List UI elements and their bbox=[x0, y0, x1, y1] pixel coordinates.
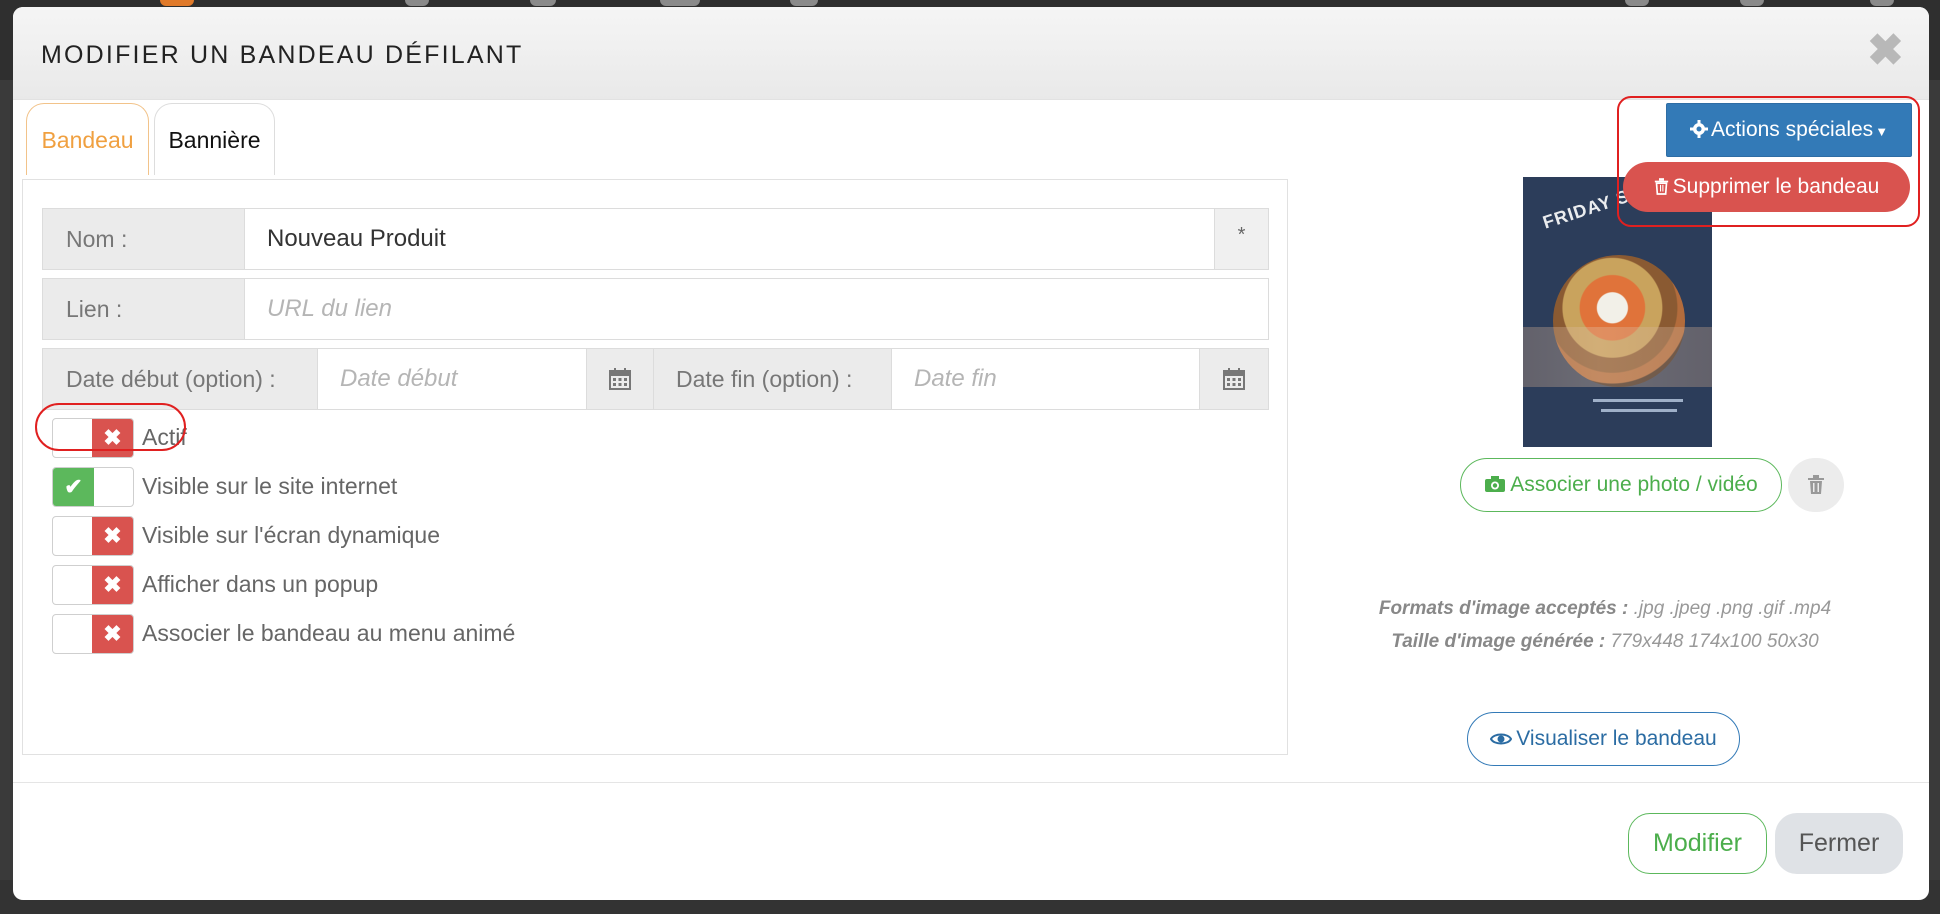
camera-icon bbox=[1485, 476, 1506, 492]
size-value: 779x448 174x100 50x30 bbox=[1610, 631, 1819, 652]
name-field-row: Nom : Nouveau Produit * bbox=[42, 208, 1269, 270]
start-date-label: Date début (option) : bbox=[43, 349, 318, 409]
backdrop-logo-hint bbox=[160, 0, 194, 6]
delete-banner-button[interactable]: Supprimer le bandeau bbox=[1623, 162, 1910, 212]
backdrop-icon-hint bbox=[1625, 0, 1649, 6]
trash-icon bbox=[1808, 475, 1824, 494]
visible-screen-toggle[interactable]: ✖ bbox=[52, 516, 134, 556]
name-label: Nom : bbox=[43, 209, 245, 269]
formats-value: .jpg .jpeg .png .gif .mp4 bbox=[1633, 598, 1832, 619]
poster-text-line bbox=[1601, 409, 1677, 412]
date-fields-row: Date début (option) : Date début Date fi… bbox=[42, 348, 1269, 410]
accepted-formats-info: Formats d'image acceptés : .jpg .jpeg .p… bbox=[1340, 598, 1870, 620]
remove-media-button[interactable] bbox=[1788, 458, 1844, 512]
end-date-label: Date fin (option) : bbox=[654, 349, 892, 409]
start-date-calendar-button[interactable] bbox=[586, 349, 654, 409]
name-input[interactable]: Nouveau Produit bbox=[245, 209, 1215, 269]
animated-menu-label: Associer le bandeau au menu animé bbox=[142, 620, 516, 646]
visible-website-toggle[interactable]: ✔ bbox=[52, 467, 134, 507]
calendar-icon bbox=[1223, 368, 1245, 390]
poster-hands bbox=[1523, 327, 1712, 387]
popup-label: Afficher dans un popup bbox=[142, 571, 379, 597]
close-icon[interactable]: ✖ bbox=[1867, 29, 1904, 73]
backdrop-icon-hint bbox=[660, 0, 700, 6]
backdrop-icon-hint bbox=[1870, 0, 1894, 6]
close-button[interactable]: Fermer bbox=[1775, 813, 1903, 874]
x-icon: ✖ bbox=[92, 566, 133, 604]
modal-footer: Modifier Fermer bbox=[13, 782, 1929, 900]
backdrop-icon-hint bbox=[790, 0, 818, 6]
generated-size-info: Taille d'image générée : 779x448 174x100… bbox=[1340, 631, 1870, 653]
special-actions-label: Actions spéciales bbox=[1710, 118, 1874, 141]
start-date-input[interactable]: Date début bbox=[318, 349, 586, 409]
size-label: Taille d'image générée : bbox=[1391, 631, 1606, 652]
link-label: Lien : bbox=[43, 279, 245, 339]
formats-label: Formats d'image acceptés : bbox=[1378, 598, 1629, 619]
preview-banner-label: Visualiser le bandeau bbox=[1516, 727, 1717, 750]
required-marker: * bbox=[1214, 209, 1268, 269]
popup-toggle[interactable]: ✖ bbox=[52, 565, 134, 605]
banner-form-panel: Nom : Nouveau Produit * Lien : URL du li… bbox=[22, 179, 1288, 755]
modal-header: MODIFIER UN BANDEAU DÉFILANT ✖ bbox=[13, 7, 1929, 100]
x-icon: ✖ bbox=[92, 517, 133, 555]
animated-menu-toggle[interactable]: ✖ bbox=[52, 614, 134, 654]
visible-screen-label: Visible sur l'écran dynamique bbox=[142, 522, 441, 548]
modify-button[interactable]: Modifier bbox=[1628, 813, 1767, 874]
end-date-calendar-button[interactable] bbox=[1199, 349, 1268, 409]
actif-highlight-outline bbox=[35, 403, 186, 451]
eye-icon bbox=[1490, 733, 1513, 745]
tab-banniere[interactable]: Bannière bbox=[154, 103, 275, 175]
poster-text-line bbox=[1593, 399, 1683, 402]
backdrop-icon-hint bbox=[405, 0, 429, 6]
check-icon: ✔ bbox=[53, 468, 94, 506]
link-input[interactable]: URL du lien bbox=[245, 279, 1268, 339]
link-field-row: Lien : URL du lien bbox=[42, 278, 1269, 340]
preview-banner-button[interactable]: Visualiser le bandeau bbox=[1467, 712, 1740, 766]
x-icon: ✖ bbox=[92, 615, 133, 653]
end-date-input[interactable]: Date fin bbox=[892, 349, 1197, 409]
modal-title: MODIFIER UN BANDEAU DÉFILANT bbox=[41, 41, 524, 69]
backdrop-icon-hint bbox=[1740, 0, 1764, 6]
trash-icon bbox=[1654, 178, 1668, 195]
special-actions-button[interactable]: Actions spéciales ▼ bbox=[1666, 103, 1912, 157]
tab-bandeau[interactable]: Bandeau bbox=[26, 103, 149, 175]
visible-website-label: Visible sur le site internet bbox=[142, 473, 398, 499]
delete-banner-label: Supprimer le bandeau bbox=[1672, 175, 1880, 198]
associate-media-label: Associer une photo / vidéo bbox=[1510, 473, 1758, 496]
gear-icon bbox=[1689, 120, 1708, 138]
backdrop-icon-hint bbox=[530, 0, 556, 6]
calendar-icon bbox=[609, 368, 631, 390]
associate-media-button[interactable]: Associer une photo / vidéo bbox=[1460, 458, 1782, 512]
caret-down-icon: ▼ bbox=[1875, 124, 1889, 139]
